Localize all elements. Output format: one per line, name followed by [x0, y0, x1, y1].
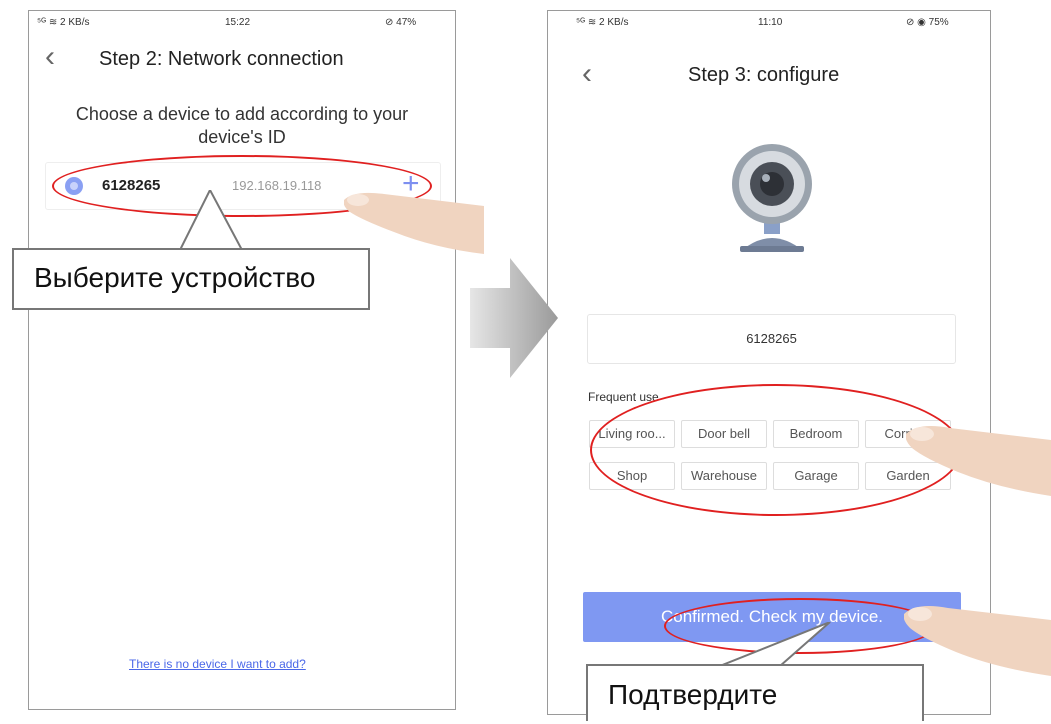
step2-screen: ⁵ᴳ ≋ 2 KB/s 15:22 ⊘ 47% ‹ Step 2: Networ…	[28, 10, 456, 710]
device-name-field[interactable]: 6128265	[587, 314, 956, 364]
back-button[interactable]: ‹	[582, 59, 592, 89]
page-title: Step 2: Network connection	[99, 48, 344, 70]
camera-icon	[732, 144, 812, 252]
signal-status: ⁵ᴳ ≋ 2 KB/s	[576, 17, 629, 28]
subtitle-line-1: Choose a device to add according to your	[75, 104, 409, 124]
clock: 15:22	[225, 17, 251, 28]
callout-select-device: Выберите устройство	[12, 248, 370, 310]
page-title: Step 3: configure	[688, 64, 840, 86]
clock: 11:10	[758, 17, 783, 28]
pointing-finger-icon	[906, 426, 1051, 496]
pointing-finger-icon	[904, 606, 1051, 676]
status-bar: ⁵ᴳ ≋ 2 KB/s 15:22 ⊘ 47%	[29, 11, 455, 35]
arrow-right-icon	[470, 258, 558, 378]
battery-status: ⊘ ◉ 75%	[906, 17, 949, 28]
status-bar: ⁵ᴳ ≋ 2 KB/s 11:10 ⊘ ◉ 75%	[548, 11, 990, 35]
no-device-link[interactable]: There is no device I want to add?	[129, 657, 306, 671]
subtitle-line-2: device's ID	[198, 127, 286, 147]
callout-pointer	[180, 190, 244, 252]
callout-pointer	[720, 622, 831, 668]
signal-status: ⁵ᴳ ≋ 2 KB/s	[37, 17, 90, 28]
battery-status: ⊘ 47%	[385, 17, 417, 28]
callout-confirm: Подтвердите	[586, 664, 924, 721]
back-button[interactable]: ‹	[45, 42, 55, 72]
